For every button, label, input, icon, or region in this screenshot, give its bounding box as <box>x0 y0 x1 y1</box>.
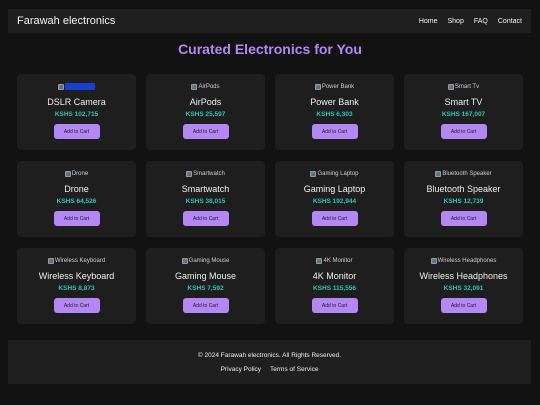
product-name: Wireless Keyboard <box>38 271 115 281</box>
broken-image-icon <box>314 83 321 90</box>
product-card: Wireless Headphones Wireless Headphones KS… <box>404 248 523 324</box>
broken-image-icon <box>430 257 437 264</box>
product-image-alt: Gaming Mouse <box>188 257 230 264</box>
broken-image-icon <box>310 170 317 177</box>
product-price: KSHS 6,303 <box>316 111 353 118</box>
product-image: Gaming Mouse <box>181 256 230 265</box>
navbar: Farawah electronics Home Shop FAQ Contac… <box>8 9 531 33</box>
product-image-alt: AirPods <box>198 83 220 90</box>
product-price: KSHS 167,007 <box>441 111 486 118</box>
product-name: Smart TV <box>444 97 483 107</box>
add-to-cart-button[interactable]: Add to Cart <box>182 211 229 226</box>
product-price: KSHS 115,556 <box>312 285 356 292</box>
product-image: Smartwatch <box>186 169 225 178</box>
broken-image-icon <box>47 257 54 264</box>
product-price: KSHS 8,873 <box>58 285 95 292</box>
product-card: Smartwatch Smartwatch KSHS 38,015 Add to Ca… <box>146 161 265 237</box>
product-name: DSLR Camera <box>47 97 106 107</box>
product-card: Smart Tv Smart TV KSHS 167,007 Add to Cart <box>404 74 523 150</box>
product-image: Smart Tv <box>447 82 480 91</box>
product-price: KSHS 102,715 <box>54 111 99 118</box>
product-card: Gaming Mouse Gaming Mouse KSHS 7,592 Add to… <box>146 248 265 324</box>
product-price: KSHS 192,944 <box>312 198 357 205</box>
product-image-alt: Bluetooth Speaker <box>442 170 492 177</box>
product-image-alt: Power Bank <box>321 83 355 90</box>
footer-links: Privacy Policy Terms of Service <box>221 366 319 373</box>
broken-image-icon <box>181 257 188 264</box>
nav-link-shop[interactable]: Shop <box>448 18 464 25</box>
terms-of-service-link[interactable]: Terms of Service <box>270 366 318 373</box>
product-image: AirPods <box>191 82 220 91</box>
nav-links: Home Shop FAQ Contact <box>419 18 522 25</box>
product-image-alt: 4K Monitor <box>323 257 353 264</box>
product-card: Wireless Keyboard Wireless Keyboard KSHS 8… <box>17 248 136 324</box>
product-image-alt: Wireless Keyboard <box>54 257 106 264</box>
product-image: Wireless Keyboard <box>47 256 106 265</box>
product-price: KSHS 7,592 <box>187 285 224 292</box>
add-to-cart-button[interactable]: Add to Cart <box>311 211 358 226</box>
product-price: KSHS 25,597 <box>185 111 226 118</box>
product-image: Wireless Headphones <box>430 256 497 265</box>
product-image-alt: Wireless Headphones <box>437 257 497 264</box>
product-image: Bluetooth Speaker <box>435 169 492 178</box>
product-name: Wireless Headphones <box>419 271 508 281</box>
add-to-cart-button[interactable]: Add to Cart <box>182 298 229 313</box>
nav-link-home[interactable]: Home <box>419 18 438 25</box>
product-card: AirPods AirPods KSHS 25,597 Add to Cart <box>146 74 265 150</box>
product-name: AirPods <box>189 97 222 107</box>
product-image-alt: Smart Tv <box>454 83 480 90</box>
nav-link-faq[interactable]: FAQ <box>474 18 488 25</box>
footer: © 2024 Farawah electronics. All Rights R… <box>8 340 531 384</box>
broken-image-icon <box>58 83 64 90</box>
product-image-alt <box>65 83 95 90</box>
product-image: Drone <box>64 169 89 178</box>
add-to-cart-button[interactable]: Add to Cart <box>440 298 487 313</box>
product-name: 4K Monitor <box>312 271 357 281</box>
product-card: DSLR Camera KSHS 102,715 Add to Cart <box>17 74 136 150</box>
product-image: Gaming Laptop <box>310 169 359 178</box>
page-title: Curated Electronics for You <box>178 41 362 57</box>
add-to-cart-button[interactable]: Add to Cart <box>182 124 229 139</box>
add-to-cart-button[interactable]: Add to Cart <box>440 211 487 226</box>
add-to-cart-button[interactable]: Add to Cart <box>440 124 487 139</box>
add-to-cart-button[interactable]: Add to Cart <box>53 298 100 313</box>
product-image-alt: Smartwatch <box>193 170 225 177</box>
product-card: Drone Drone KSHS 64,526 Add to Cart <box>17 161 136 237</box>
broken-image-icon <box>435 170 442 177</box>
product-name: Smartwatch <box>181 184 230 194</box>
privacy-policy-link[interactable]: Privacy Policy <box>221 366 261 373</box>
product-image: Power Bank <box>314 82 355 91</box>
product-card: Power Bank Power Bank KSHS 6,303 Add to Car… <box>275 74 394 150</box>
product-image-alt: Gaming Laptop <box>317 170 359 177</box>
add-to-cart-button[interactable]: Add to Cart <box>311 298 358 313</box>
product-grid: DSLR Camera KSHS 102,715 Add to Cart AirPod… <box>17 74 523 324</box>
broken-image-icon <box>64 170 71 177</box>
product-card: Bluetooth Speaker Bluetooth Speaker KSHS 1… <box>404 161 523 237</box>
product-price: KSHS 38,015 <box>185 198 226 205</box>
product-image <box>58 82 95 91</box>
product-card: 4K Monitor 4K Monitor KSHS 115,556 Add to C… <box>275 248 394 324</box>
product-price: KSHS 12,739 <box>443 198 484 205</box>
product-name: Gaming Mouse <box>174 271 237 281</box>
copyright-text: © 2024 Farawah electronics. All Rights R… <box>197 351 342 359</box>
nav-link-contact[interactable]: Contact <box>498 18 522 25</box>
product-name: Gaming Laptop <box>303 184 366 194</box>
product-price: KSHS 32,091 <box>443 285 484 292</box>
product-name: Bluetooth Speaker <box>426 184 501 194</box>
product-name: Drone <box>64 184 89 194</box>
brand-name[interactable]: Farawah electronics <box>17 15 115 27</box>
broken-image-icon <box>316 257 323 264</box>
product-name: Power Bank <box>310 97 359 107</box>
product-card: Gaming Laptop Gaming Laptop KSHS 192,944 Ad… <box>275 161 394 237</box>
product-image: 4K Monitor <box>316 256 353 265</box>
broken-image-icon <box>186 170 193 177</box>
broken-image-icon <box>447 83 454 90</box>
product-image-alt: Drone <box>71 170 89 177</box>
add-to-cart-button[interactable]: Add to Cart <box>53 211 100 226</box>
add-to-cart-button[interactable]: Add to Cart <box>311 124 358 139</box>
product-price: KSHS 64,526 <box>56 198 97 205</box>
add-to-cart-button[interactable]: Add to Cart <box>53 124 100 139</box>
broken-image-icon <box>191 83 198 90</box>
